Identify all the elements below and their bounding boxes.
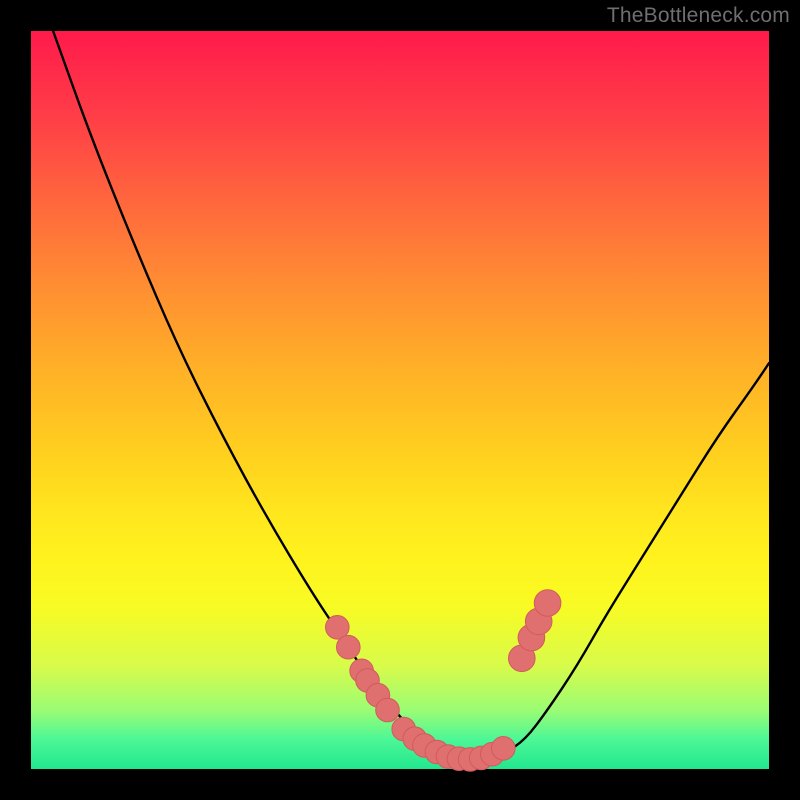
bottleneck-curve [53, 31, 769, 762]
chart-stage: TheBottleneck.com [0, 0, 800, 800]
data-marker [376, 698, 400, 722]
marker-layer [326, 590, 561, 772]
chart-svg [31, 31, 769, 769]
watermark-text: TheBottleneck.com [607, 4, 790, 28]
plot-area [31, 31, 769, 769]
data-marker [337, 635, 361, 659]
data-marker [534, 590, 561, 617]
data-marker [492, 737, 516, 761]
